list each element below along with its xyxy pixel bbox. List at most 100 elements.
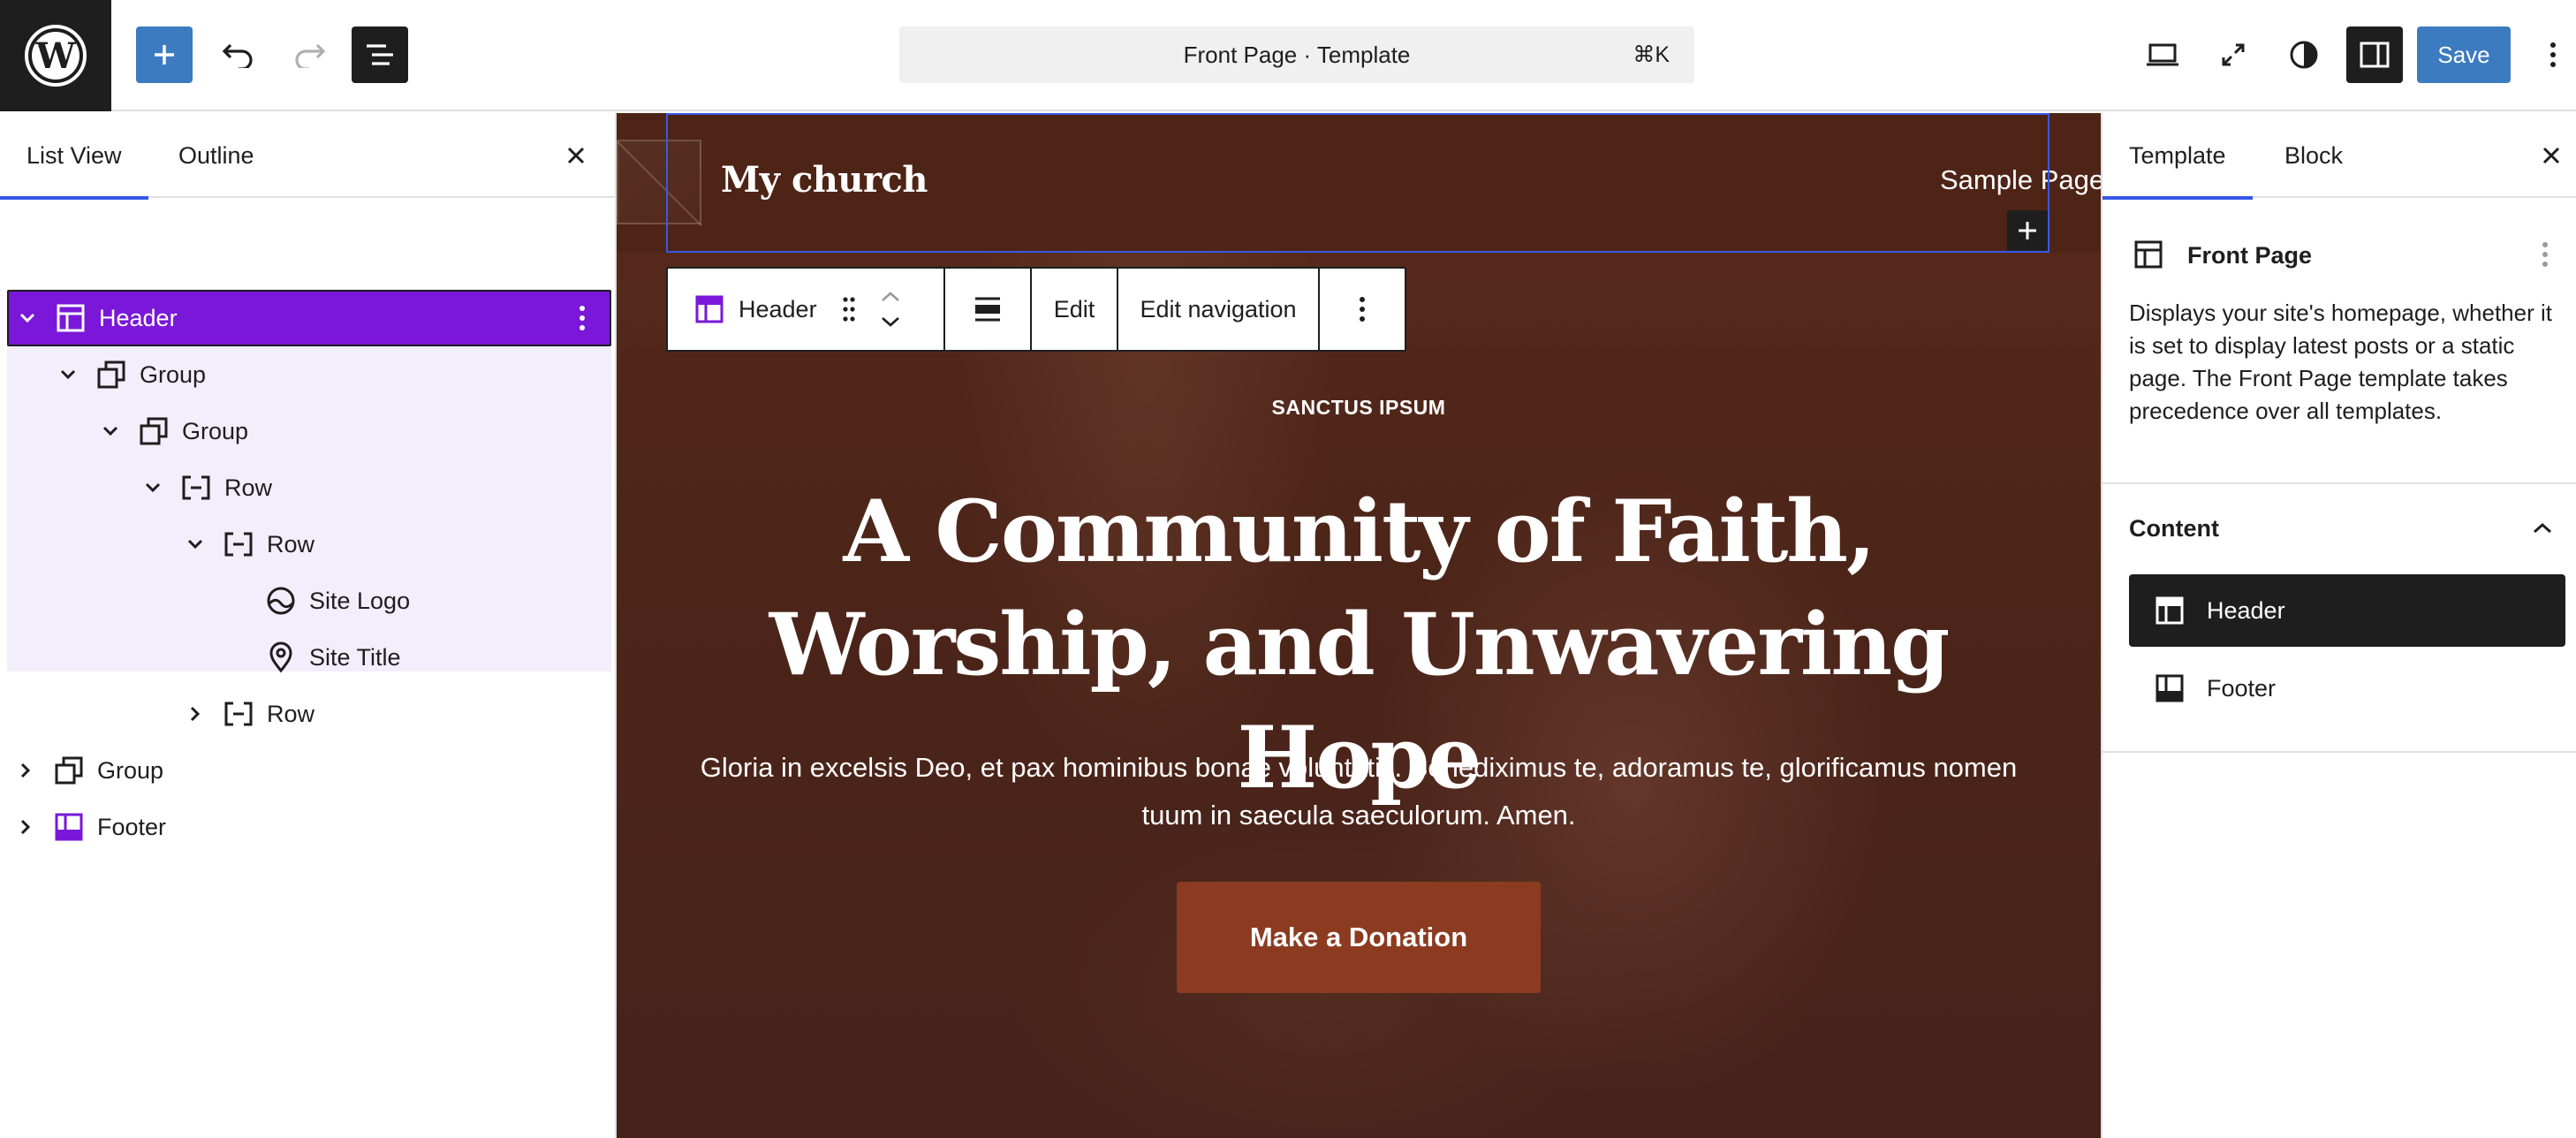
template-part-header-item[interactable]: Header bbox=[2129, 574, 2565, 647]
options-group bbox=[1320, 269, 1405, 350]
edit-button[interactable]: Edit bbox=[1054, 269, 1095, 350]
tree-item-group[interactable]: Group bbox=[7, 346, 611, 403]
tree-item-row[interactable]: Row bbox=[7, 686, 611, 742]
chevron-down-icon[interactable] bbox=[141, 476, 164, 499]
tab-block[interactable]: Block bbox=[2284, 113, 2343, 198]
template-part-label: Footer bbox=[2207, 674, 2277, 702]
template-part-header-icon bbox=[695, 295, 724, 323]
plus-icon bbox=[155, 45, 174, 64]
edit-navigation-button[interactable]: Edit navigation bbox=[1140, 269, 1296, 350]
chevron-right-icon[interactable] bbox=[184, 702, 207, 725]
plus-icon bbox=[2019, 222, 2036, 239]
command-palette-bar[interactable]: Front Page · Template ⌘K bbox=[899, 27, 1694, 83]
close-settings-button[interactable] bbox=[2532, 136, 2571, 175]
template-actions-button[interactable] bbox=[2532, 235, 2558, 274]
tree-item-site-title[interactable]: Site Title bbox=[7, 629, 611, 686]
block-inserter-button[interactable] bbox=[2007, 210, 2048, 251]
tree-item-footer[interactable]: Footer bbox=[7, 799, 611, 855]
list-view-icon bbox=[367, 44, 393, 65]
nav-link-sample-page[interactable]: Sample Page bbox=[1940, 164, 2101, 196]
site-logo-icon bbox=[263, 583, 299, 618]
template-description: Displays your site's homepage, whether i… bbox=[2129, 300, 2552, 424]
site-header[interactable]: My church Sample Page bbox=[617, 113, 2101, 253]
tree-item-row[interactable]: Row bbox=[7, 459, 611, 516]
chevron-right-icon[interactable] bbox=[14, 759, 37, 782]
save-button[interactable]: Save bbox=[2417, 27, 2511, 83]
preview-device-button[interactable] bbox=[2136, 27, 2189, 83]
zoom-out-button[interactable] bbox=[2207, 27, 2260, 83]
template-name: Front Page bbox=[2187, 242, 2313, 269]
content-panel-divider bbox=[2102, 751, 2576, 753]
chevron-down-icon[interactable] bbox=[184, 533, 207, 556]
drag-handle[interactable] bbox=[830, 269, 868, 350]
tab-outline[interactable]: Outline bbox=[178, 113, 254, 198]
content-panel-title: Content bbox=[2129, 514, 2219, 542]
tab-template[interactable]: Template bbox=[2102, 113, 2253, 200]
block-options-icon[interactable] bbox=[569, 299, 595, 338]
undo-button[interactable] bbox=[210, 27, 267, 83]
document-title: Front Page · Template bbox=[1183, 41, 1411, 68]
site-title[interactable]: My church bbox=[721, 159, 928, 201]
chevron-down-icon[interactable] bbox=[880, 315, 901, 328]
wordpress-logo-button[interactable]: W bbox=[0, 0, 111, 111]
chevron-down-icon[interactable] bbox=[99, 420, 122, 443]
settings-sidebar: Template Block Front Page Displays your … bbox=[2101, 113, 2576, 1138]
block-type-button[interactable]: Header bbox=[668, 269, 817, 350]
map-marker-icon bbox=[263, 640, 299, 675]
tree-item-site-logo[interactable]: Site Logo bbox=[7, 573, 611, 629]
tree-item-header[interactable]: Header bbox=[7, 290, 611, 346]
hero-paragraph[interactable]: Gloria in excelsis Deo, et pax hominibus… bbox=[670, 744, 2048, 839]
redo-button[interactable] bbox=[281, 27, 337, 83]
row-icon bbox=[221, 696, 256, 732]
editor-top-bar: W Front Page · Template ⌘K Save bbox=[0, 0, 2576, 111]
tree-item-group[interactable]: Group bbox=[7, 742, 611, 799]
more-vertical-icon bbox=[2550, 42, 2556, 67]
template-part-footer-item[interactable]: Footer bbox=[2129, 652, 2565, 725]
tab-list-view[interactable]: List View bbox=[0, 113, 148, 200]
editor-canvas[interactable]: My church Sample Page Header Edit Edit n… bbox=[617, 113, 2101, 1138]
settings-sidebar-button[interactable] bbox=[2346, 27, 2403, 83]
tree-item-label: Footer bbox=[97, 813, 167, 840]
hero-eyebrow[interactable]: SANCTUS IPSUM bbox=[617, 396, 2101, 420]
more-vertical-icon bbox=[2542, 242, 2548, 267]
tree-item-row[interactable]: Row bbox=[7, 516, 611, 573]
options-menu-button[interactable] bbox=[2535, 27, 2571, 83]
template-part-header-icon bbox=[53, 300, 88, 336]
chevron-up-icon[interactable] bbox=[880, 291, 901, 303]
align-button[interactable] bbox=[974, 269, 1002, 350]
block-parent-group: Header bbox=[668, 269, 945, 350]
tree-item-label: Header bbox=[99, 304, 178, 331]
close-list-view-button[interactable] bbox=[557, 136, 595, 175]
half-circle-styles-icon bbox=[2290, 41, 2318, 69]
move-up-down-buttons[interactable] bbox=[868, 269, 913, 350]
tree-item-label: Site Title bbox=[309, 643, 401, 671]
close-icon bbox=[567, 147, 585, 164]
group-icon bbox=[51, 753, 87, 788]
add-block-button[interactable] bbox=[136, 27, 193, 83]
chevron-down-icon[interactable] bbox=[57, 363, 80, 386]
chevron-down-icon[interactable] bbox=[16, 307, 39, 330]
block-options-button[interactable] bbox=[1359, 269, 1366, 350]
template-part-label: Header bbox=[2207, 596, 2285, 624]
site-logo-placeholder[interactable] bbox=[617, 140, 701, 224]
align-group bbox=[945, 269, 1032, 350]
tree-item-group[interactable]: Group bbox=[7, 403, 611, 459]
tree-item-label: Row bbox=[267, 530, 315, 558]
undo-icon bbox=[222, 43, 253, 68]
content-panel-toggle[interactable]: Content bbox=[2102, 484, 2576, 573]
document-overview-button[interactable] bbox=[352, 27, 408, 83]
tree-item-label: Row bbox=[224, 474, 273, 501]
layout-icon bbox=[2129, 235, 2168, 274]
styles-button[interactable] bbox=[2277, 27, 2330, 83]
left-panel-tabs: List View Outline bbox=[0, 113, 615, 200]
tree-item-label: Group bbox=[140, 360, 207, 388]
svg-text:W: W bbox=[35, 35, 77, 77]
edit-group: Edit bbox=[1032, 269, 1118, 350]
make-donation-button[interactable]: Make a Donation bbox=[1177, 882, 1541, 993]
more-vertical-icon bbox=[1360, 297, 1365, 322]
chevron-right-icon[interactable] bbox=[14, 816, 37, 838]
drag-handle-icon bbox=[842, 297, 855, 322]
group-icon bbox=[94, 357, 129, 392]
template-card: Front Page Displays your site's homepage… bbox=[2102, 198, 2576, 484]
template-part-header-icon bbox=[2154, 595, 2186, 626]
